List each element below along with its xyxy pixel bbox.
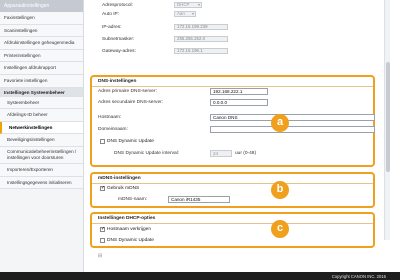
mdns-name-input[interactable]: Canon iR1435: [168, 196, 230, 203]
dns-dynamic-update-checkbox[interactable]: [100, 139, 105, 144]
mdns-settings-title: mDNS-instellingen: [98, 176, 141, 181]
sidebar-header: Apparaatinstellingen: [0, 0, 83, 12]
dns-hostname-label: Hostnaam:: [98, 115, 122, 120]
sidebar-item-network[interactable]: Netwerkinstellingen: [0, 121, 83, 135]
subnet-mask-label: Subnetmasker:: [102, 37, 135, 42]
domain-name-input[interactable]: [210, 126, 375, 133]
sidebar-item-system-management[interactable]: Systeembeheer: [0, 96, 83, 110]
gateway-label: Gateway-adres:: [102, 49, 136, 54]
mdns-divider: [92, 183, 373, 184]
use-mdns-checkbox[interactable]: ✓: [100, 186, 105, 191]
dns-interval-unit: uur (0-48): [235, 151, 257, 156]
sidebar-section-system: Instellingen Systeembeheer: [0, 87, 83, 97]
footer: Copyright CANON INC. 2015: [0, 272, 400, 280]
dhcp-options-title: Instellingen DHCP-opties: [98, 216, 156, 221]
scrollbar-thumb[interactable]: [386, 62, 390, 172]
vertical-scrollbar[interactable]: [384, 0, 390, 240]
secondary-dns-label: Adres secundaire DNS-server:: [98, 100, 164, 105]
dns-dynamic-update-label: DNS Dynamic Update: [107, 139, 154, 144]
auto-ip-label: Auto IP:: [102, 12, 120, 17]
dns-interval-label: DNS Dynamic Update interval:: [114, 151, 180, 156]
dns-settings-title: DNS-instellingen: [98, 79, 137, 84]
callout-badge-b: b: [271, 181, 289, 199]
sidebar-item-favorites[interactable]: Favoriete instellingen: [0, 74, 83, 88]
sidebar-item-import-export[interactable]: Importeren/Exporteren: [0, 163, 83, 177]
get-hostname-label: Hostnaam verkrijgen: [107, 227, 151, 232]
subnet-mask-value: 255.255.252.0: [174, 36, 228, 42]
use-mdns-label: Gebruik mDNS: [107, 186, 140, 191]
secondary-dns-input[interactable]: 0.0.0.0: [210, 99, 268, 106]
dhcp-divider: [92, 223, 373, 224]
dns-divider: [92, 86, 373, 87]
address-protocol-label: Adresprotocol:: [102, 3, 133, 8]
dhcp-options-box: Instellingen DHCP-opties ✓ Hostnaam verk…: [90, 212, 375, 248]
ip-address-label: IP-adres:: [102, 25, 122, 30]
scroll-top-icon[interactable]: ⊟: [98, 253, 102, 259]
address-protocol-select[interactable]: DHCP: [174, 2, 202, 8]
primary-dns-input[interactable]: 192.168.222.1: [210, 88, 268, 95]
sidebar-item-department-id[interactable]: Afdelings-ID beheer: [0, 109, 83, 122]
sidebar-item-security[interactable]: Beveiligingsinstellingen: [0, 134, 83, 147]
mdns-settings-box: mDNS-instellingen ✓ Gebruik mDNS mDNS-na…: [90, 172, 375, 208]
sidebar-item-media-print[interactable]: Afdrukinstellingen geheugenmedia: [0, 37, 83, 50]
auto-ip-select[interactable]: Aan: [174, 11, 196, 17]
primary-dns-label: Adres primaire DNS-server:: [98, 89, 157, 94]
get-hostname-checkbox[interactable]: ✓: [100, 227, 105, 232]
callout-badge-a: a: [271, 114, 289, 132]
sidebar-item-printer[interactable]: Printerinstellingen: [0, 49, 83, 63]
sidebar-item-scan[interactable]: Scaninstellingen: [0, 24, 83, 38]
dns-interval-input[interactable]: 24: [210, 150, 232, 157]
dns-settings-box: DNS-instellingen Adres primaire DNS-serv…: [90, 75, 375, 167]
sidebar-item-report[interactable]: Instellingen afdrukrapport: [0, 62, 83, 75]
callout-badge-c: c: [271, 220, 289, 238]
ip-address-value: 172.16.199.239: [174, 24, 228, 30]
sidebar-item-fax[interactable]: Faxinstellingen: [0, 12, 83, 25]
main-content: Adresprotocol: DHCP Auto IP: Aan IP-adre…: [90, 0, 400, 272]
sidebar-item-communication[interactable]: Communicatiebeheerinstellingen / instell…: [0, 146, 83, 164]
gateway-value: 172.16.196.1: [174, 48, 228, 54]
sidebar: Apparaatinstellingen Faxinstellingen Sca…: [0, 0, 84, 272]
mdns-name-label: mDNS-naam:: [118, 197, 148, 202]
dns-hostname-input[interactable]: Canon DNS: [210, 114, 375, 121]
copyright-text: Copyright CANON INC. 2015: [331, 273, 386, 279]
domain-name-label: Domeinnaam:: [98, 127, 128, 132]
sidebar-item-initialize[interactable]: Instellingsgegevens initialiseren: [0, 176, 83, 190]
dhcp-dns-dynamic-update-checkbox[interactable]: [100, 238, 105, 243]
dhcp-dns-dynamic-update-label: DNS Dynamic Update: [107, 238, 154, 243]
